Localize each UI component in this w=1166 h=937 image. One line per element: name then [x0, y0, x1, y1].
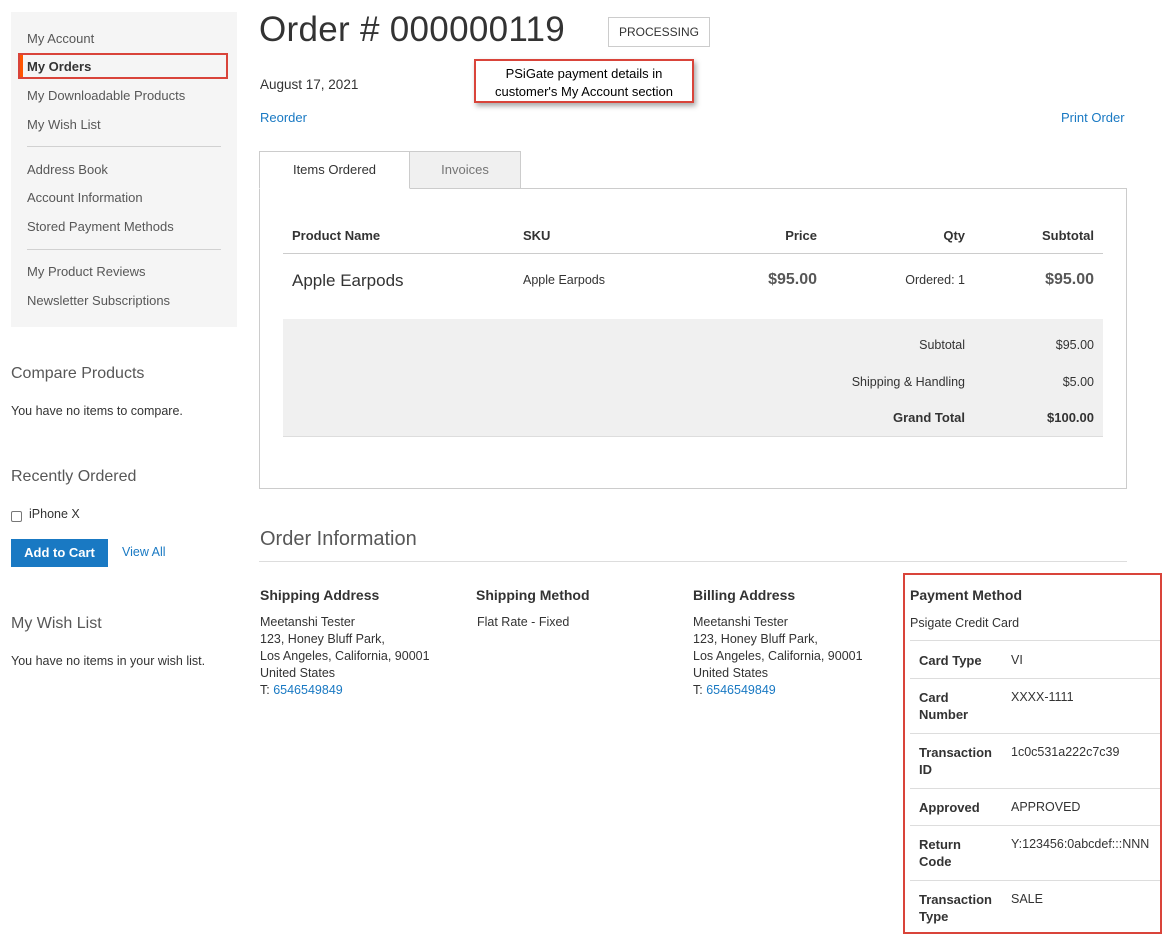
row-divider [910, 880, 1160, 881]
column-header-price: Price [785, 228, 817, 243]
approved-label: Approved [919, 800, 980, 815]
table-row: Apple Earpods Apple Earpods $95.00 Order… [283, 254, 1103, 318]
totals-grand-total-label: Grand Total [893, 410, 965, 425]
product-price: $95.00 [768, 271, 817, 288]
totals-grand-total-value: $100.00 [1047, 410, 1094, 425]
address-line: United States [260, 666, 336, 680]
recent-item-name: iPhone X [29, 507, 80, 521]
order-date: August 17, 2021 [260, 77, 359, 92]
billing-address: Meetanshi Tester 123, Honey Bluff Park, … [693, 614, 863, 699]
address-phone-row: T: 6546549849 [260, 682, 430, 699]
wishlist-empty-text: You have no items in your wish list. [11, 654, 206, 668]
product-subtotal: $95.00 [1045, 271, 1094, 288]
billing-address-title: Billing Address [693, 587, 796, 603]
row-divider [910, 788, 1160, 789]
annotation-callout: PSiGate payment details in customer's My… [474, 59, 694, 103]
address-line: United States [693, 666, 769, 680]
phone-link[interactable]: 6546549849 [273, 683, 343, 697]
product-qty: Ordered: 1 [905, 273, 965, 287]
product-name: Apple Earpods [292, 271, 404, 290]
address-phone-row: T: 6546549849 [693, 682, 863, 699]
shipping-method-title: Shipping Method [476, 587, 590, 603]
nav-item-address-book[interactable]: Address Book [27, 162, 108, 177]
approved-value: APPROVED [1011, 800, 1081, 814]
row-divider [910, 640, 1160, 641]
card-number-value: XXXX-1111 [1011, 690, 1074, 704]
page-title: Order # 000000119 [259, 10, 566, 49]
order-information-title: Order Information [260, 528, 417, 550]
card-number-label: Card Number [919, 690, 969, 722]
tab-items-ordered[interactable]: Items Ordered [259, 151, 410, 189]
order-totals: Subtotal $95.00 Shipping & Handling $5.0… [283, 319, 1103, 437]
section-divider [259, 561, 1127, 562]
print-order-link[interactable]: Print Order [1061, 110, 1125, 125]
nav-item-product-reviews[interactable]: My Product Reviews [27, 264, 145, 279]
shipping-address-title: Shipping Address [260, 587, 380, 603]
return-code-value: Y:123456:0abcdef:::NNN [1011, 837, 1150, 851]
payment-method-name: Psigate Credit Card [910, 616, 1020, 630]
recent-item-checkbox[interactable] [11, 511, 22, 522]
nav-item-my-account[interactable]: My Account [27, 31, 94, 46]
nav-item-my-orders[interactable]: My Orders [18, 53, 228, 79]
card-type-label: Card Type [919, 653, 982, 668]
shipping-address: Meetanshi Tester 123, Honey Bluff Park, … [260, 614, 430, 699]
nav-divider [27, 146, 221, 147]
address-line: 123, Honey Bluff Park, [260, 632, 385, 646]
reorder-link[interactable]: Reorder [260, 110, 307, 125]
compare-products-title: Compare Products [11, 365, 145, 382]
nav-item-account-information[interactable]: Account Information [27, 190, 143, 205]
transaction-type-value: SALE [1011, 892, 1043, 906]
nav-item-label: My Orders [27, 59, 92, 74]
return-code-label: Return Code [919, 837, 961, 869]
totals-shipping-value: $5.00 [1062, 375, 1094, 389]
column-header-sku: SKU [523, 228, 551, 243]
row-divider [910, 733, 1160, 734]
address-line: Meetanshi Tester [693, 615, 788, 629]
totals-subtotal-value: $95.00 [1055, 338, 1094, 352]
transaction-id-label: Transaction ID [919, 745, 992, 777]
payment-method-box: Payment Method Psigate Credit Card Card … [903, 573, 1162, 934]
account-nav: My Account My Orders My Downloadable Pro… [11, 12, 237, 327]
totals-subtotal-label: Subtotal [919, 338, 965, 352]
transaction-type-label: Transaction Type [919, 892, 992, 924]
nav-divider [27, 249, 221, 250]
address-line: Los Angeles, California, 90001 [693, 649, 863, 663]
tab-invoices[interactable]: Invoices [409, 151, 521, 189]
column-header-subtotal: Subtotal [1042, 228, 1094, 243]
nav-item-wish-list[interactable]: My Wish List [27, 117, 101, 132]
active-indicator [20, 55, 23, 77]
shipping-method-value: Flat Rate - Fixed [477, 615, 570, 629]
transaction-id-value: 1c0c531a222c7c39 [1011, 745, 1120, 759]
nav-item-stored-payment-methods[interactable]: Stored Payment Methods [27, 219, 174, 234]
nav-item-newsletter-subscriptions[interactable]: Newsletter Subscriptions [27, 293, 170, 308]
phone-prefix: T: [260, 683, 274, 697]
card-type-value: VI [1011, 653, 1023, 667]
status-badge: PROCESSING [608, 17, 711, 47]
totals-shipping-label: Shipping & Handling [851, 375, 965, 389]
row-divider [910, 825, 1160, 826]
wishlist-title: My Wish List [11, 615, 102, 632]
product-sku: Apple Earpods [523, 273, 606, 287]
recently-ordered-title: Recently Ordered [11, 468, 137, 485]
callout-line-1: PSiGate payment details in [505, 66, 663, 81]
view-all-link[interactable]: View All [122, 545, 166, 559]
row-divider [910, 678, 1160, 679]
nav-item-downloadable-products[interactable]: My Downloadable Products [27, 88, 185, 103]
phone-link[interactable]: 6546549849 [706, 683, 776, 697]
callout-line-2: customer's My Account section [494, 84, 674, 99]
address-line: Meetanshi Tester [260, 615, 355, 629]
address-line: 123, Honey Bluff Park, [693, 632, 818, 646]
column-header-qty: Qty [943, 228, 965, 243]
column-header-product-name: Product Name [292, 228, 381, 243]
add-to-cart-button[interactable]: Add to Cart [11, 539, 108, 567]
payment-method-title: Payment Method [910, 587, 1023, 603]
compare-empty-text: You have no items to compare. [11, 404, 183, 418]
address-line: Los Angeles, California, 90001 [260, 649, 430, 663]
phone-prefix: T: [693, 683, 707, 697]
